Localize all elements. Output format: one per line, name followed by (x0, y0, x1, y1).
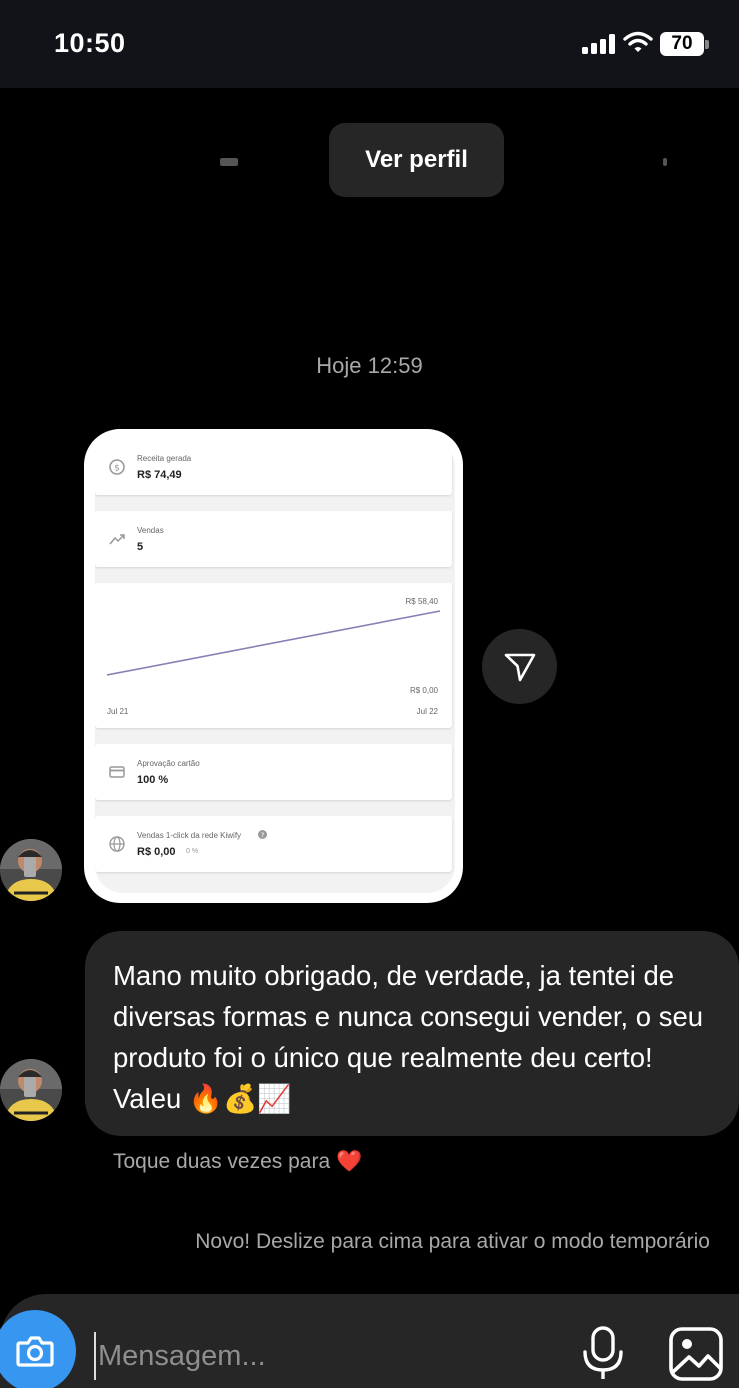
avatar-photo (0, 839, 62, 901)
chart-min-label: R$ 0,00 (409, 686, 438, 695)
view-profile-button[interactable]: Ver perfil (329, 123, 504, 197)
sales-value: 5 (137, 541, 144, 553)
shared-image-message[interactable]: $ Receita gerada R$ 74,49 Vendas 5 R$ 58… (84, 429, 463, 903)
credit-card-icon (109, 766, 125, 778)
temporary-mode-notice: Novo! Deslize para cima para ativar o mo… (195, 1230, 710, 1253)
approval-label: Aprovação cartão (137, 759, 200, 768)
svg-text:?: ? (261, 831, 265, 839)
globe-icon (109, 836, 125, 852)
message-bubble[interactable]: Mano muito obrigado, de verdade, ja tent… (85, 931, 739, 1136)
message-text: Mano muito obrigado, de verdade, ja tent… (113, 960, 704, 1114)
sales-chart-card: R$ 58,40 R$ 0,00 Jul 21 Jul 22 (95, 583, 452, 728)
message-input[interactable] (94, 1332, 534, 1380)
gallery-icon[interactable] (668, 1326, 724, 1382)
revenue-card: $ Receita gerada R$ 74,49 (95, 439, 452, 495)
double-tap-hint: Toque duas vezes para ❤️ (113, 1150, 363, 1173)
status-bar: 10:50 70 (0, 0, 739, 88)
camera-button[interactable] (0, 1310, 76, 1388)
camera-icon (16, 1336, 54, 1367)
chart-x-end: Jul 22 (416, 707, 438, 716)
svg-text:$: $ (114, 464, 120, 474)
battery-cap (705, 40, 709, 49)
oneclick-card: Vendas 1-click da rede Kiwify ? R$ 0,00 … (95, 816, 452, 872)
battery-icon: 70 (660, 32, 704, 56)
revenue-value: R$ 74,49 (137, 469, 182, 481)
oneclick-label: Vendas 1-click da rede Kiwify (137, 831, 242, 840)
message-timestamp: Hoje 12:59 (316, 353, 423, 378)
share-send-button[interactable] (482, 629, 557, 704)
oneclick-value: R$ 0,00 (137, 846, 176, 858)
dashboard-screenshot: $ Receita gerada R$ 74,49 Vendas 5 R$ 58… (95, 439, 455, 893)
signal-icon (582, 34, 618, 54)
chart-max-label: R$ 58,40 (405, 597, 438, 606)
chart-x-start: Jul 21 (107, 707, 129, 716)
sender-avatar[interactable] (0, 839, 62, 901)
chart-line (107, 610, 441, 676)
wifi-icon (623, 31, 653, 52)
approval-value: 100 % (137, 774, 169, 786)
oneclick-pct: 0 % (186, 848, 199, 855)
clock: 10:50 (54, 28, 126, 58)
coin-icon: $ (109, 459, 125, 475)
send-icon (504, 653, 535, 681)
avatar-photo (0, 1059, 62, 1121)
approval-card: Aprovação cartão 100 % (95, 744, 452, 800)
sales-label: Vendas (137, 526, 164, 535)
help-icon: ? (258, 830, 267, 839)
revenue-label: Receita gerada (137, 454, 192, 463)
sender-avatar[interactable] (0, 1059, 62, 1121)
trend-icon (109, 534, 125, 545)
microphone-icon[interactable] (578, 1324, 628, 1384)
sales-card: Vendas 5 (95, 511, 452, 567)
